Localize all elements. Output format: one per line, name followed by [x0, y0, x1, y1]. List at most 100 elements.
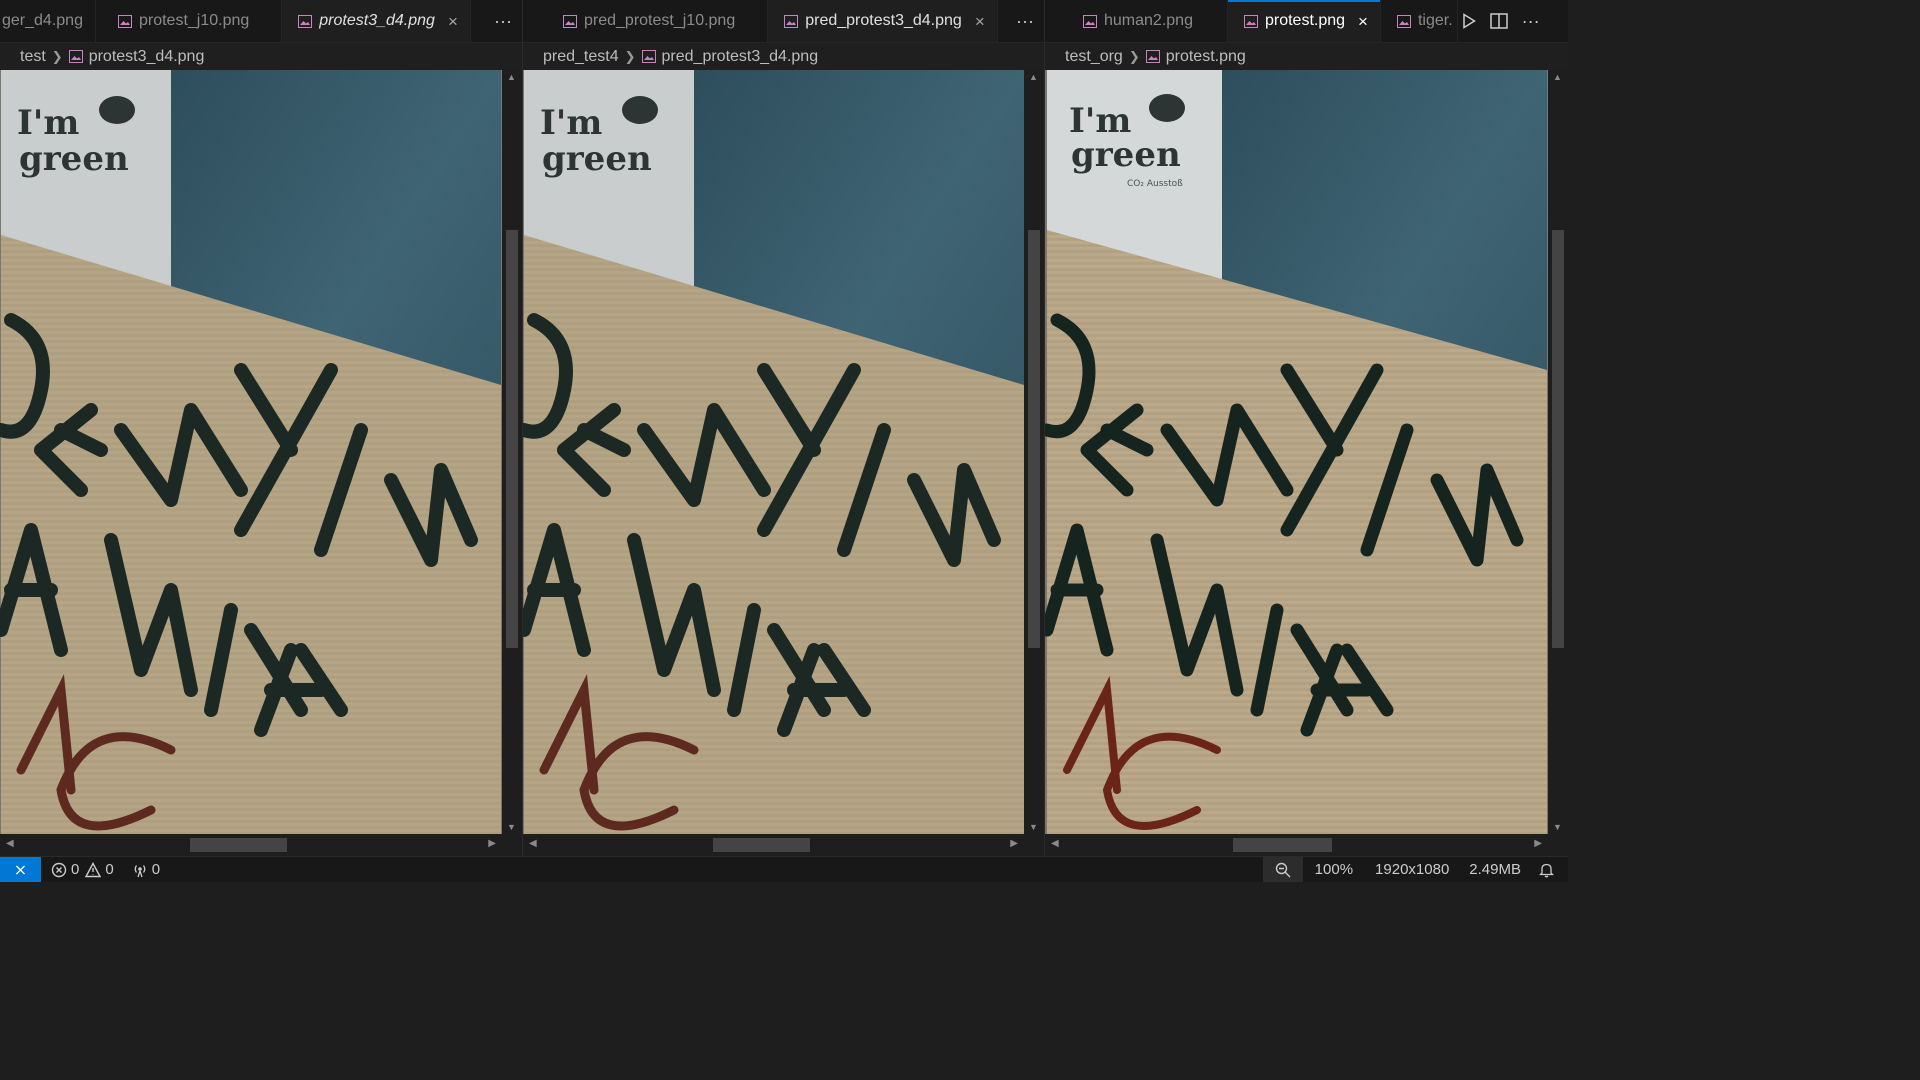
zoom-out-icon	[1275, 862, 1291, 877]
image-file-icon	[784, 14, 799, 28]
editor-group-3: human2.png protest.png × tiger. ··· test…	[1044, 0, 1568, 856]
close-icon[interactable]: ×	[975, 13, 985, 30]
scroll-left-icon[interactable]: ◀	[1051, 838, 1059, 849]
scroll-thumb[interactable]	[713, 838, 810, 852]
breadcrumb-file[interactable]: pred_protest3_d4.png	[662, 48, 819, 66]
tab-actions: ···	[484, 0, 522, 42]
scroll-right-icon[interactable]: ▶	[1010, 838, 1018, 849]
image-file-icon	[68, 50, 83, 63]
image-file-icon	[298, 14, 313, 28]
vertical-scrollbar[interactable]: ▲ ▼	[1548, 70, 1568, 834]
breadcrumb-folder[interactable]: test	[20, 48, 46, 66]
image-canvas: I'm green CO₂ Ausstoß	[1045, 70, 1547, 834]
close-icon[interactable]: ×	[1358, 13, 1368, 30]
notifications-icon[interactable]	[1531, 862, 1568, 878]
bag-small-text: CO₂ Ausstoß	[1127, 179, 1183, 189]
scroll-up-icon[interactable]: ▲	[507, 72, 516, 82]
image-preview[interactable]: I'm green CO₂ Ausstoß	[1045, 70, 1549, 834]
tab-protest-j10[interactable]: protest_j10.png	[95, 0, 283, 42]
warning-count: 0	[105, 861, 114, 878]
image-preview[interactable]: I'm green	[0, 70, 502, 834]
tab-label: pred_protest3_d4.png	[805, 12, 962, 29]
tab-label: protest_j10.png	[138, 12, 250, 29]
breadcrumb: pred_test4 ❯ pred_protest3_d4.png	[523, 43, 1044, 70]
editor-group-2: pred_protest_j10.png pred_protest3_d4.pn…	[522, 0, 1044, 856]
remote-icon: ⨯	[13, 861, 28, 879]
tab-label: pred_protest_j10.png	[584, 12, 736, 29]
scroll-thumb[interactable]	[1552, 230, 1564, 648]
tab-bar: human2.png protest.png × tiger. ···	[1045, 0, 1568, 43]
image-canvas: I'm green	[0, 70, 501, 834]
tab-tiger[interactable]: tiger.	[1380, 0, 1458, 42]
tab-protest[interactable]: protest.png ×	[1227, 0, 1381, 42]
chevron-right-icon: ❯	[1128, 48, 1140, 64]
tab-human2[interactable]: human2.png	[1045, 0, 1228, 42]
horizontal-scrollbar[interactable]: ◀ ▶	[0, 834, 522, 856]
breadcrumb: test ❯ protest3_d4.png	[0, 43, 522, 70]
more-actions-icon[interactable]: ···	[494, 11, 512, 32]
status-bar: ⨯ 0 0 0 100% 1920x1080 2.49MB	[0, 856, 1568, 882]
ports-indicator[interactable]: 0	[120, 861, 166, 878]
bag-text: I'm	[540, 103, 602, 143]
tab-actions: ···	[1457, 0, 1550, 42]
image-file-icon	[1243, 14, 1258, 28]
scroll-down-icon[interactable]: ▼	[1553, 822, 1562, 832]
chevron-right-icon: ❯	[51, 48, 63, 64]
tab-bar: pred_protest_j10.png pred_protest3_d4.pn…	[523, 0, 1044, 43]
vertical-scrollbar[interactable]: ▲ ▼	[502, 70, 522, 834]
scroll-up-icon[interactable]: ▲	[1029, 72, 1038, 82]
image-file-icon	[117, 14, 132, 28]
tab-label: protest.png	[1264, 12, 1346, 29]
scroll-right-icon[interactable]: ▶	[488, 838, 496, 849]
error-count: 0	[71, 861, 80, 878]
broadcast-icon	[134, 864, 146, 877]
run-icon[interactable]	[1462, 13, 1476, 29]
image-file-icon	[563, 14, 577, 28]
scroll-left-icon[interactable]: ◀	[529, 838, 537, 849]
image-dimensions: 1920x1080	[1375, 861, 1450, 878]
more-actions-icon[interactable]: ···	[1016, 11, 1034, 32]
scroll-thumb[interactable]	[1233, 838, 1332, 852]
breadcrumb-folder[interactable]: test_org	[1065, 48, 1123, 66]
image-file-icon	[641, 50, 656, 63]
problems-indicator[interactable]: 0 0	[41, 861, 120, 878]
zoom-level[interactable]: 100%	[1303, 861, 1365, 878]
scroll-thumb[interactable]	[190, 838, 287, 852]
scroll-right-icon[interactable]: ▶	[1534, 838, 1542, 849]
scroll-down-icon[interactable]: ▼	[507, 822, 516, 832]
error-icon	[51, 862, 67, 877]
ports-count: 0	[151, 861, 161, 878]
tab-protest3-d4[interactable]: protest3_d4.png ×	[282, 0, 471, 42]
file-size: 2.49MB	[1469, 861, 1521, 878]
tab-bar: ger_d4.png protest_j10.png protest3_d4.p…	[0, 0, 522, 43]
zoom-button[interactable]	[1262, 857, 1303, 882]
scroll-thumb[interactable]	[506, 230, 518, 648]
remote-indicator[interactable]: ⨯	[0, 857, 41, 882]
scroll-up-icon[interactable]: ▲	[1553, 72, 1562, 82]
breadcrumb-file[interactable]: protest.png	[1166, 48, 1246, 66]
tab-pred-protest-j10[interactable]: pred_protest_j10.png	[523, 0, 769, 42]
tab-pred-protest3-d4[interactable]: pred_protest3_d4.png ×	[768, 0, 998, 42]
breadcrumb-file[interactable]: protest3_d4.png	[89, 48, 205, 66]
horizontal-scrollbar[interactable]: ◀ ▶	[1045, 834, 1568, 856]
close-icon[interactable]: ×	[448, 13, 458, 30]
image-preview[interactable]: I'm green	[523, 70, 1025, 834]
scroll-thumb[interactable]	[1028, 230, 1040, 648]
more-actions-icon[interactable]: ···	[1522, 11, 1540, 32]
warning-icon	[85, 861, 102, 877]
horizontal-scrollbar[interactable]: ◀ ▶	[523, 834, 1044, 856]
image-compare-workbench: ger_d4.png protest_j10.png protest3_d4.p…	[0, 0, 1568, 882]
image-file-icon	[1396, 14, 1411, 28]
breadcrumb-folder[interactable]: pred_test4	[543, 48, 619, 66]
status-right: 100% 1920x1080 2.49MB	[1262, 857, 1568, 882]
scroll-left-icon[interactable]: ◀	[6, 838, 14, 849]
tab-label: tiger.	[1417, 12, 1453, 29]
tab-label: protest3_d4.png	[319, 12, 435, 29]
breadcrumb: test_org ❯ protest.png	[1045, 43, 1568, 70]
split-editor-icon[interactable]	[1489, 13, 1508, 29]
scroll-down-icon[interactable]: ▼	[1029, 822, 1038, 832]
vertical-scrollbar[interactable]: ▲ ▼	[1024, 70, 1044, 834]
tab-ger-d4[interactable]: ger_d4.png	[0, 0, 96, 42]
image-file-icon	[1083, 14, 1097, 28]
tab-actions: ···	[1006, 0, 1044, 42]
